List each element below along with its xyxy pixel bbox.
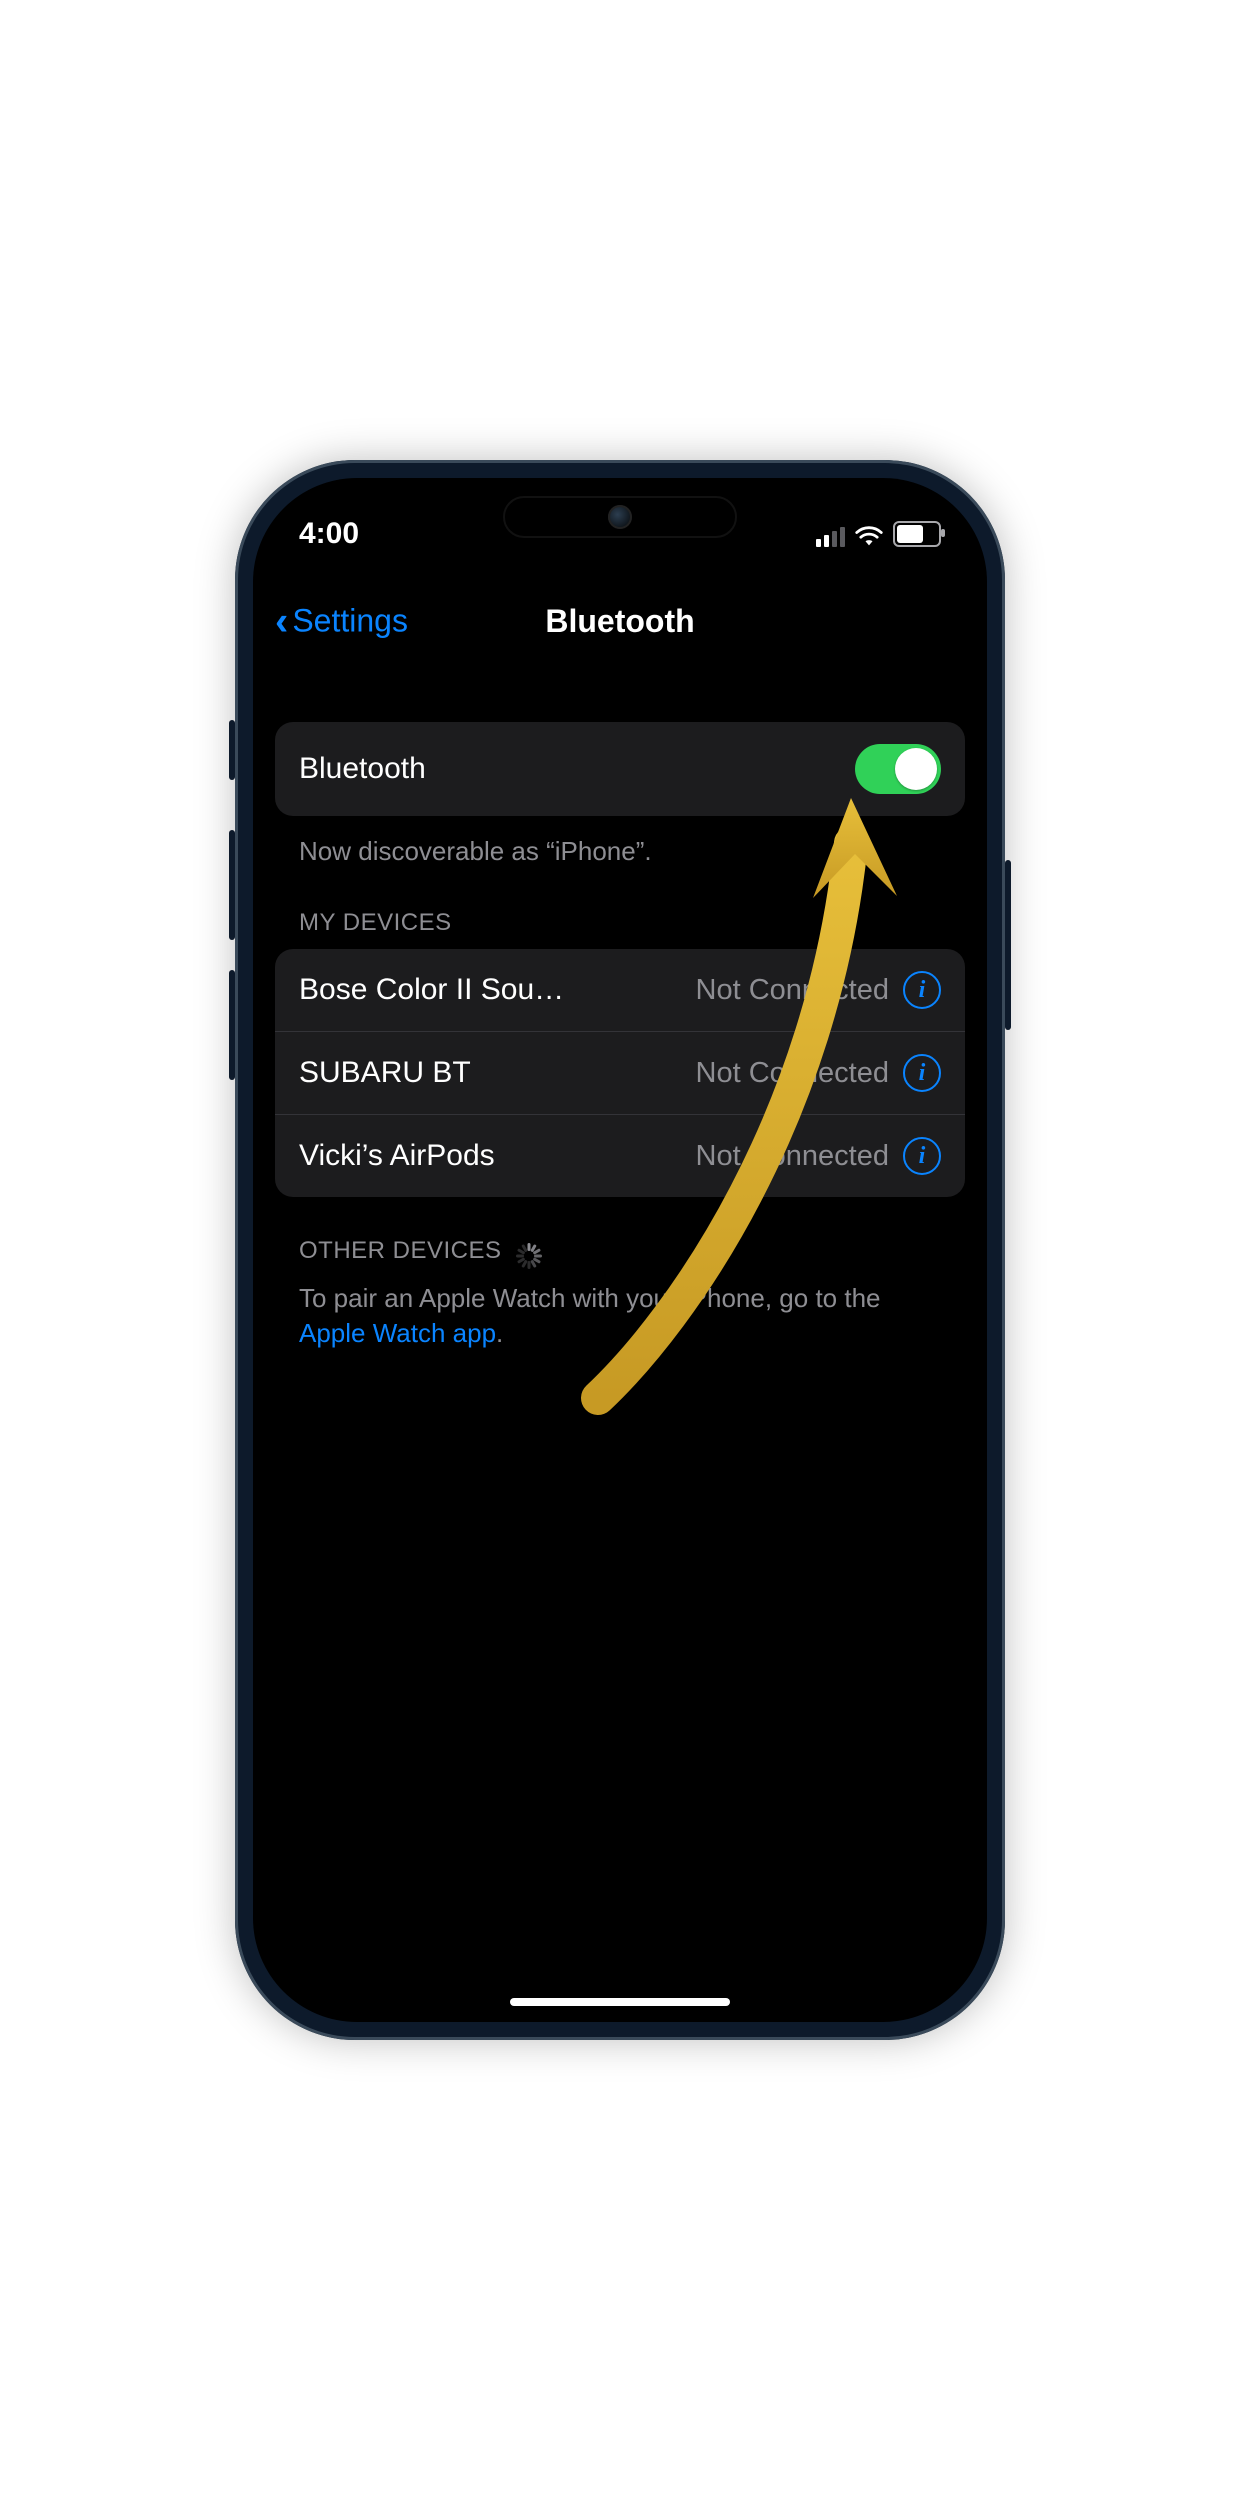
screen: 4:00 ‹ Settings xyxy=(253,478,987,2022)
device-status: Not Connected xyxy=(696,1057,889,1090)
nav-header: ‹ Settings Bluetooth xyxy=(253,582,987,660)
phone-frame: 4:00 ‹ Settings xyxy=(235,460,1005,2040)
device-name: Vicki’s AirPods xyxy=(299,1139,495,1173)
device-status: Not Connected xyxy=(696,1140,889,1173)
home-indicator[interactable] xyxy=(510,1998,730,2006)
wifi-icon xyxy=(855,525,883,547)
bluetooth-toggle-label: Bluetooth xyxy=(299,752,426,786)
bluetooth-toggle-row[interactable]: Bluetooth xyxy=(275,722,965,816)
device-row[interactable]: Vicki’s AirPods Not Connected i xyxy=(275,1114,965,1197)
device-row[interactable]: Bose Color II Sou… Not Connected i xyxy=(275,949,965,1031)
pairing-hint: To pair an Apple Watch with your iPhone,… xyxy=(275,1277,965,1351)
bluetooth-toggle-switch[interactable] xyxy=(855,744,941,794)
apple-watch-app-link[interactable]: Apple Watch app xyxy=(299,1318,496,1348)
back-button-label: Settings xyxy=(292,603,408,640)
volume-up-button xyxy=(229,830,235,940)
back-button[interactable]: ‹ Settings xyxy=(275,603,408,640)
info-icon[interactable]: i xyxy=(903,971,941,1009)
info-icon[interactable]: i xyxy=(903,1137,941,1175)
cellular-signal-icon xyxy=(816,527,845,547)
spinner-icon xyxy=(516,1238,542,1264)
info-icon[interactable]: i xyxy=(903,1054,941,1092)
discoverable-text: Now discoverable as “iPhone”. xyxy=(275,816,965,869)
status-time: 4:00 xyxy=(299,517,359,551)
dynamic-island xyxy=(503,496,737,538)
volume-down-button xyxy=(229,970,235,1080)
my-devices-list: Bose Color II Sou… Not Connected i SUBAR… xyxy=(275,949,965,1197)
my-devices-header: MY DEVICES xyxy=(275,869,965,949)
bluetooth-toggle-group: Bluetooth xyxy=(275,722,965,816)
other-devices-header: OTHER DEVICES xyxy=(275,1197,965,1277)
device-name: Bose Color II Sou… xyxy=(299,973,564,1007)
mute-switch xyxy=(229,720,235,780)
device-row[interactable]: SUBARU BT Not Connected i xyxy=(275,1031,965,1114)
device-name: SUBARU BT xyxy=(299,1056,471,1090)
power-button xyxy=(1005,860,1011,1030)
front-camera-icon xyxy=(608,505,632,529)
device-status: Not Connected xyxy=(696,974,889,1007)
page-title: Bluetooth xyxy=(545,603,694,640)
battery-icon xyxy=(893,521,941,547)
